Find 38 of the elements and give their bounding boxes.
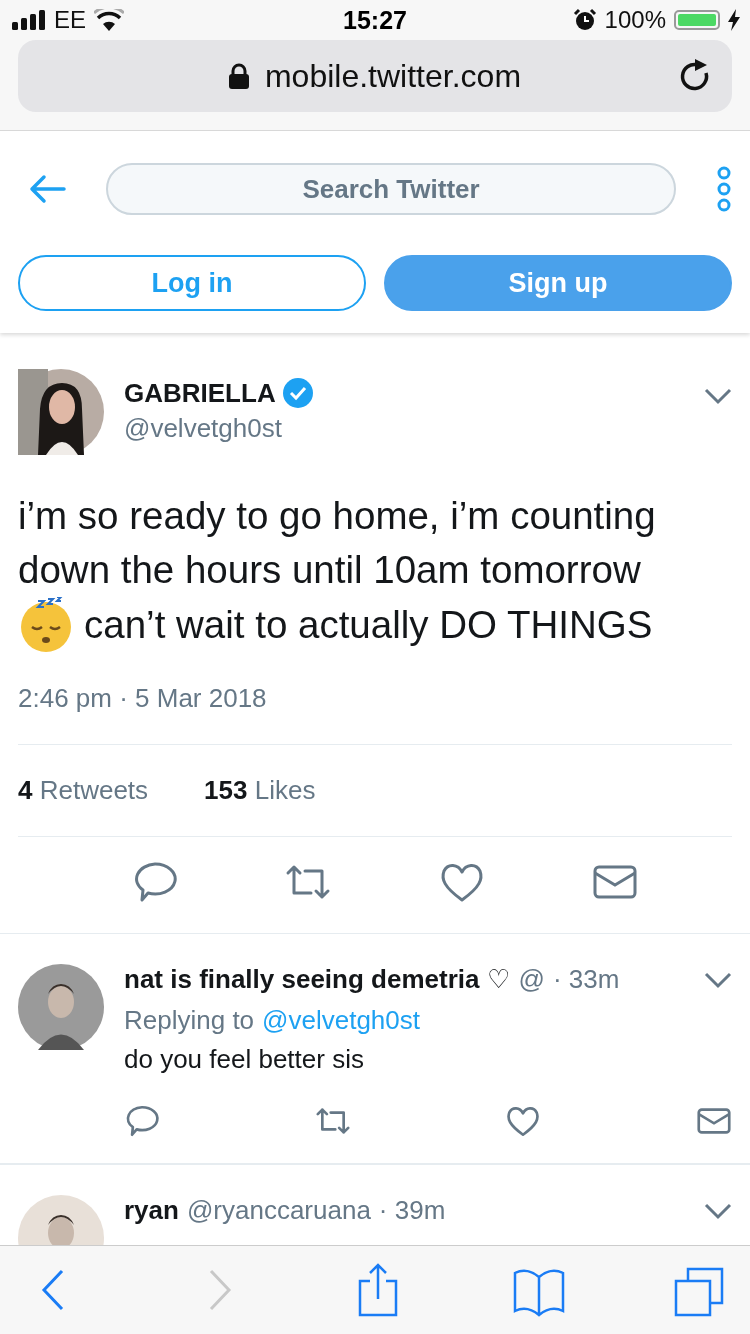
more-icon[interactable] [716, 166, 732, 212]
reply-text: do you feel better sis [124, 1044, 365, 1075]
stat-count[interactable]: 153 Likes [204, 775, 316, 806]
clock-time: 15:27 [342, 5, 408, 35]
replying-label: Replying to [124, 1005, 255, 1036]
chevron-down-icon[interactable] [704, 387, 732, 405]
alarm-icon [572, 8, 597, 32]
sleeping-face-icon [18, 597, 74, 653]
search-field[interactable]: Search Twitter [106, 163, 676, 215]
verified-badge-icon [281, 377, 314, 409]
carrier-name: EE [54, 6, 86, 34]
reply-time: · 39m [378, 1195, 446, 1226]
reply-handle: @ryanccaruana [186, 1195, 371, 1226]
wifi-icon [94, 9, 124, 31]
tweet-timestamp: 2:46 pm · 5 Mar 2018 [18, 683, 268, 714]
reply-icon[interactable] [124, 1105, 160, 1137]
reply-time: · 33m [552, 964, 620, 995]
reply-author-name: nat is finally seeing demetria [124, 964, 480, 995]
message-icon[interactable] [695, 1105, 732, 1137]
chevron-down-icon[interactable] [704, 970, 732, 989]
url-text: mobile.twitter.com [264, 57, 522, 95]
stat-count[interactable]: 4 Retweets [18, 775, 149, 806]
battery-icon [674, 10, 720, 30]
like-icon[interactable] [505, 1105, 542, 1137]
signal-icon [12, 10, 46, 30]
battery-percent: 100% [604, 6, 666, 34]
retweet-icon[interactable] [314, 1105, 351, 1137]
lock-icon [228, 63, 249, 89]
tweet-text: can’t wait to actually DO THINGS [84, 602, 653, 648]
author-name: GABRIELLA [124, 377, 276, 409]
author-handle: @velvetgh0st [124, 413, 283, 444]
chevron-down-icon[interactable] [704, 1201, 732, 1220]
address-bar[interactable]: mobile.twitter.com [18, 40, 732, 112]
bolt-icon [728, 9, 740, 31]
name-heart: ♡ [487, 964, 511, 995]
back-arrow-icon[interactable] [28, 174, 66, 204]
reply-author-name: ryan [124, 1195, 179, 1226]
reply-handle: @ [518, 964, 545, 995]
